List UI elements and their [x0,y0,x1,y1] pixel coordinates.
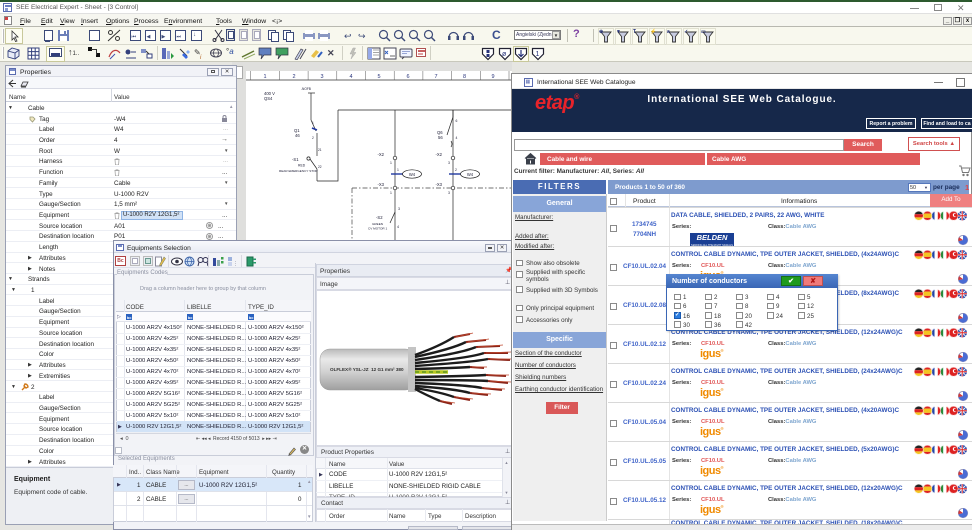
svg-text:5: 5 [377,74,380,80]
svg-text:QS4: QS4 [264,96,273,101]
svg-text:1: 1 [312,121,314,125]
svg-text:2: 2 [292,74,295,80]
svg-text:1: 1 [535,51,539,58]
svg-text:3: 3 [320,74,323,80]
svg-text:GREEN: GREEN [372,222,383,226]
svg-text:4: 4 [397,225,399,229]
svg-text:22: 22 [318,165,322,169]
svg-text:3: 3 [448,191,450,195]
svg-text:4: 4 [349,74,352,80]
svg-text:-X3: -X3 [377,182,384,187]
svg-text:3: 3 [448,161,450,165]
svg-text:21: 21 [318,148,322,152]
svg-text:7: 7 [434,74,437,80]
svg-text:OLFLEX® YSL-JZ 12 G1 mm² 380: OLFLEX® YSL-JZ 12 G1 mm² 380 [330,366,404,372]
svg-text:4: 4 [456,136,458,140]
svg-text:-X2: -X2 [377,152,384,157]
svg-text:1: 1 [390,191,392,195]
svg-text:56: 56 [438,135,443,140]
svg-text:-NOFB: -NOFB [301,87,311,91]
svg-text:-S2: -S2 [376,215,383,220]
svg-text:9: 9 [491,74,494,80]
svg-text:W4: W4 [467,172,474,177]
svg-text:1: 1 [263,74,266,80]
svg-text:8: 8 [463,74,466,80]
svg-text:1: 1 [397,168,399,172]
svg-text:3: 3 [398,207,400,211]
svg-text:⋮: ⋮ [233,261,238,267]
svg-text:REAR EMERGENCY STOP: REAR EMERGENCY STOP [279,169,318,173]
svg-text:CV MOTOR 1: CV MOTOR 1 [368,227,387,231]
svg-text:RED: RED [298,164,306,168]
svg-text:-X2: -X2 [435,152,442,157]
svg-text:1: 1 [390,161,392,165]
svg-text:i: i [200,55,202,60]
svg-text:2: 2 [455,168,457,172]
svg-text:46: 46 [295,133,300,138]
svg-text:ø: ø [502,51,507,58]
svg-text:-S1: -S1 [292,157,299,162]
svg-text:-X3: -X3 [435,182,442,187]
svg-text:W4: W4 [409,172,416,177]
svg-text:2: 2 [312,136,314,140]
svg-text:6: 6 [406,74,409,80]
svg-text:6: 6 [456,119,458,123]
